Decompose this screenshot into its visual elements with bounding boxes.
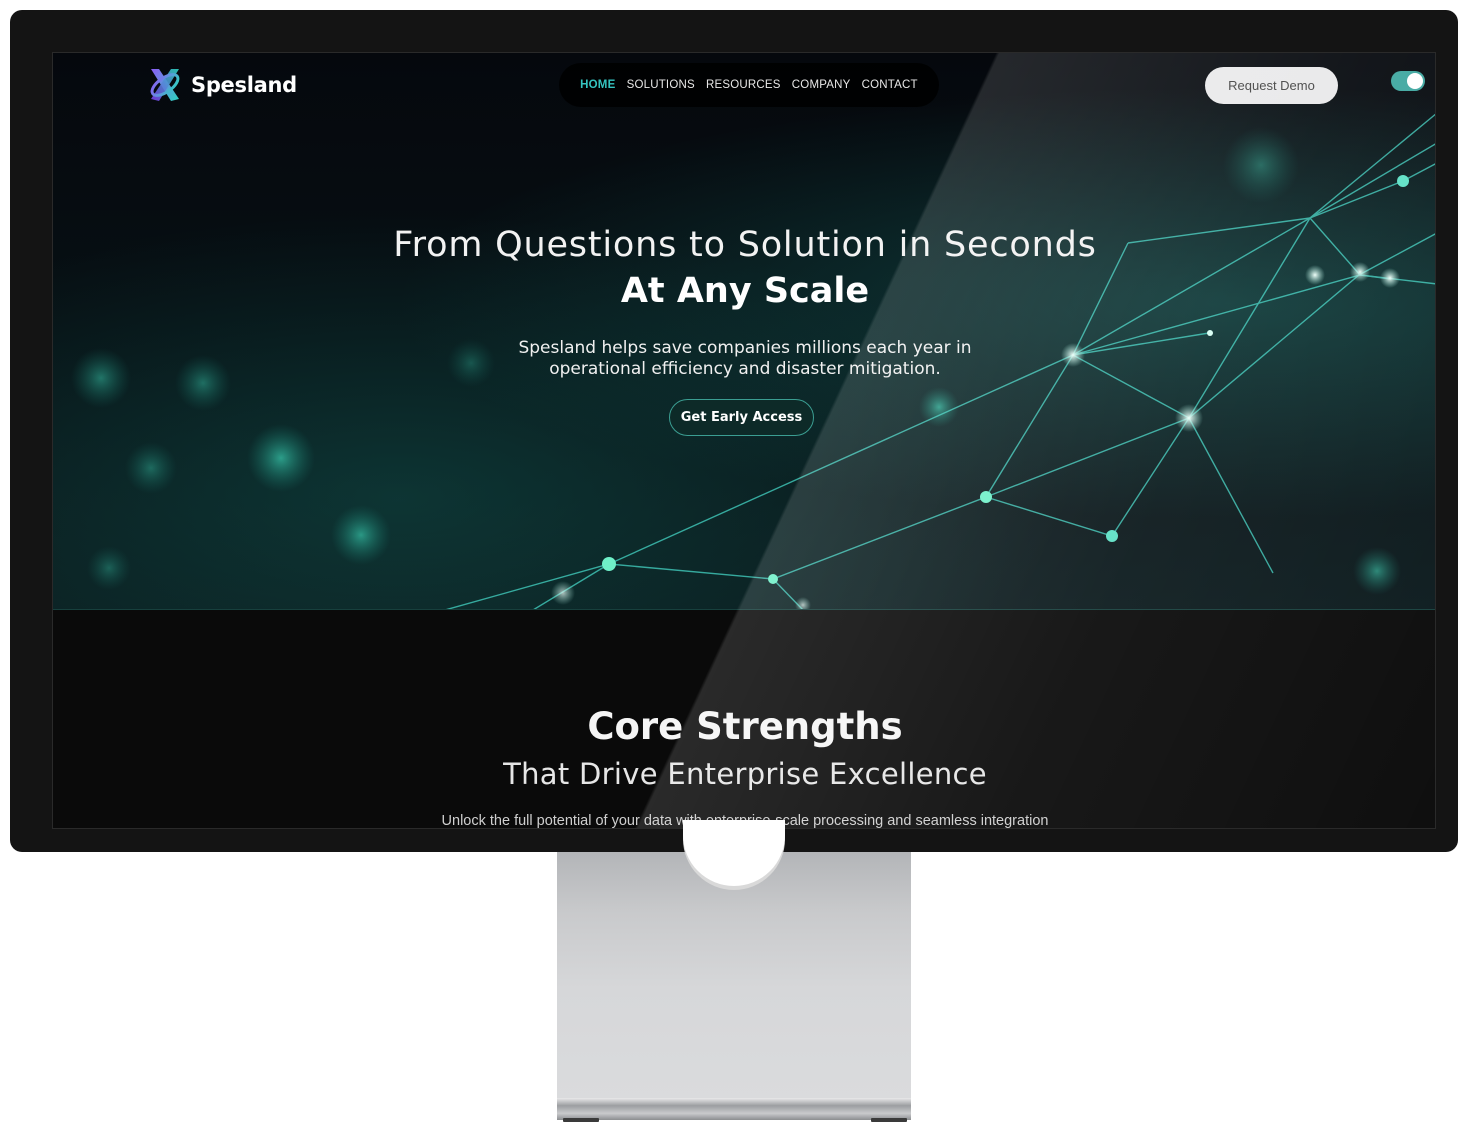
toggle-knob — [1407, 73, 1423, 89]
network-background-image — [71, 113, 1435, 609]
nav-home[interactable]: HOME — [580, 79, 615, 91]
core-strengths-title: Core Strengths — [587, 705, 903, 748]
monitor-frame: Spesland HOME SOLUTIONS RESOURCES COMPAN… — [10, 10, 1458, 852]
brand-name: Spesland — [191, 73, 297, 97]
get-early-access-button[interactable]: Get Early Access — [669, 399, 814, 436]
brand-logo[interactable]: Spesland — [145, 65, 297, 105]
nav-contact[interactable]: CONTACT — [862, 79, 918, 91]
main-nav: HOME SOLUTIONS RESOURCES COMPANY CONTACT — [559, 63, 939, 107]
monitor-foot-right — [871, 1118, 907, 1122]
hero-title-line1: From Questions to Solution in Seconds — [393, 225, 1097, 265]
theme-toggle[interactable] — [1391, 71, 1425, 91]
spesland-logo-icon — [150, 69, 180, 101]
nav-solutions[interactable]: SOLUTIONS — [627, 79, 695, 91]
request-demo-button[interactable]: Request Demo — [1205, 67, 1338, 104]
nav-company[interactable]: COMPANY — [792, 79, 851, 91]
website-screen: Spesland HOME SOLUTIONS RESOURCES COMPAN… — [52, 52, 1436, 829]
hero-subtitle: Spesland helps save companies millions e… — [518, 338, 972, 379]
nav-resources[interactable]: RESOURCES — [706, 79, 781, 91]
monitor-stand-base — [557, 1098, 911, 1120]
core-strengths-subtitle: That Drive Enterprise Excellence — [503, 757, 987, 791]
hero-title-line2: At Any Scale — [620, 271, 870, 311]
monitor-stand — [557, 852, 911, 1100]
hero-section: Spesland HOME SOLUTIONS RESOURCES COMPAN… — [53, 53, 1435, 610]
monitor-foot-left — [563, 1118, 599, 1122]
